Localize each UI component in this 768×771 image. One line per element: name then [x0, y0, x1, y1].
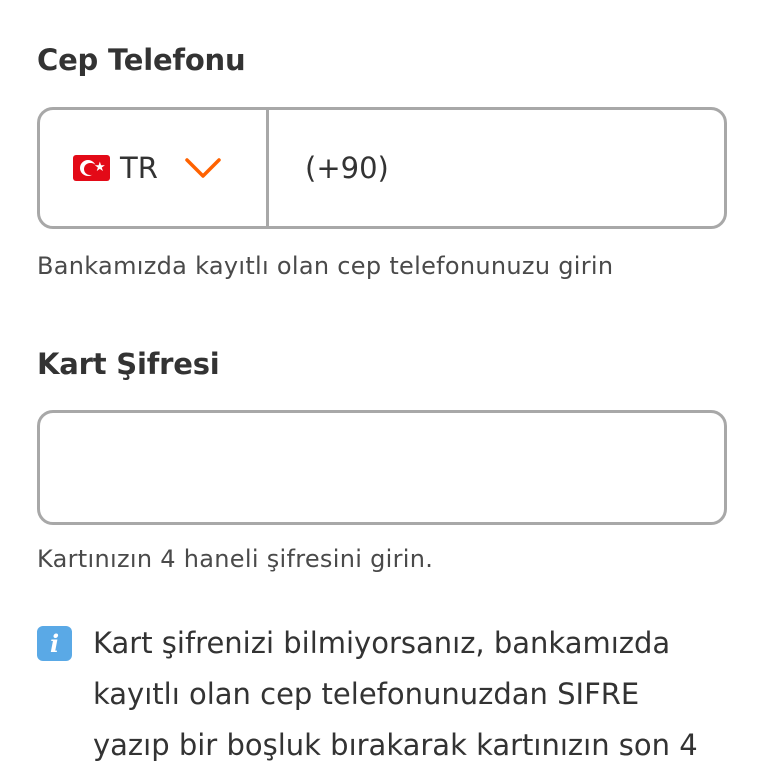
dial-prefix: (+90): [305, 151, 389, 185]
card-pin-hint: Kartınızın 4 haneli şifresini girin.: [37, 545, 434, 573]
info-icon: i: [37, 626, 72, 661]
country-code-dropdown[interactable]: ★ TR: [40, 110, 269, 226]
turkey-flag-icon: ★: [73, 155, 110, 181]
card-pin-input[interactable]: [37, 410, 727, 525]
info-line: kayıtlı olan cep telefonunuzdan SIFRE: [93, 677, 640, 711]
info-line: Kart şifrenizi bilmiyorsanız, bankamızda: [93, 626, 671, 660]
card-pin-label: Kart Şifresi: [37, 347, 220, 381]
chevron-down-icon: [184, 157, 222, 179]
phone-input-group: ★ TR (+90): [37, 107, 727, 229]
country-code-label: TR: [120, 151, 158, 185]
phone-hint: Bankamızda kayıtlı olan cep telefonunuzu…: [37, 252, 614, 280]
info-message: Kart şifrenizi bilmiyorsanız, bankamızda…: [93, 618, 733, 771]
info-line: yazıp bir boşluk bırakarak kartınızın so…: [93, 728, 698, 762]
phone-number-input[interactable]: (+90): [269, 110, 724, 226]
phone-label: Cep Telefonu: [37, 43, 246, 77]
